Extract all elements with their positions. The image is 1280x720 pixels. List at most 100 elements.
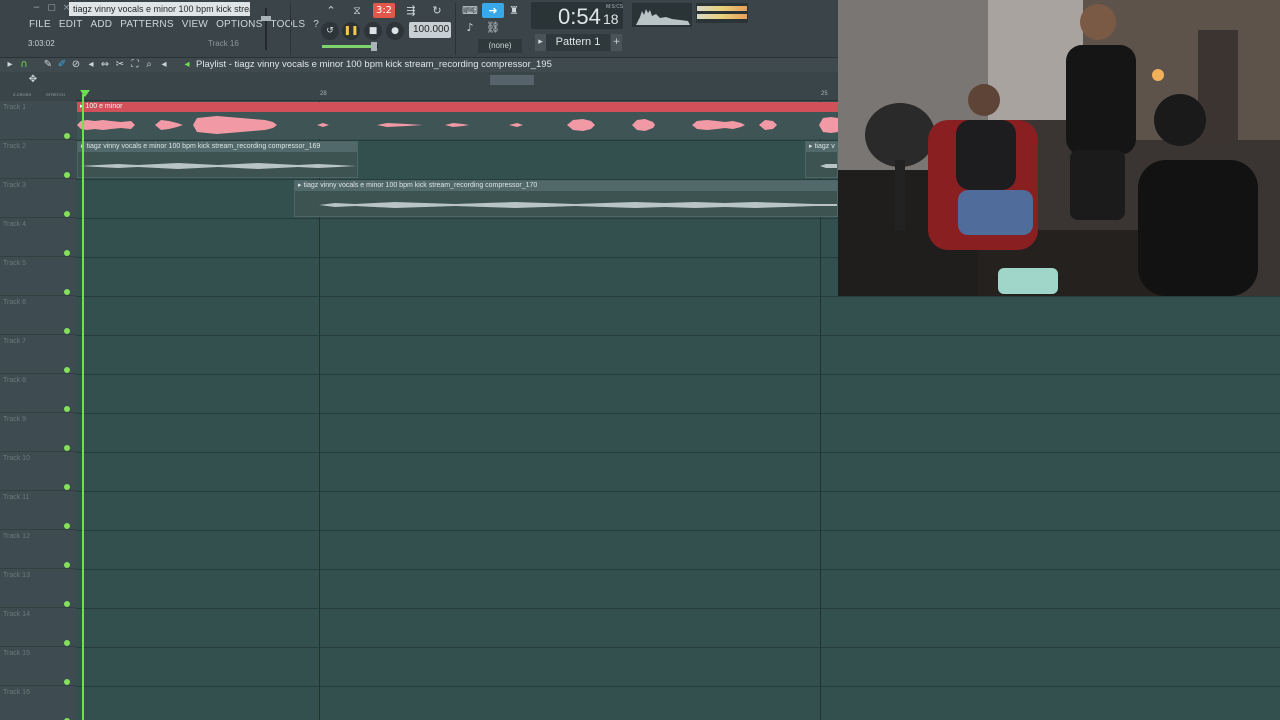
- slip-icon[interactable]: ⇔: [99, 59, 111, 71]
- waveform: [820, 164, 837, 168]
- menu-edit[interactable]: EDIT: [59, 19, 83, 30]
- minimize-icon[interactable]: −: [31, 3, 42, 14]
- menu-file[interactable]: FILE: [29, 19, 51, 30]
- scrollbar-thumb[interactable]: [490, 75, 534, 85]
- menu-patterns[interactable]: PATTERNS: [120, 19, 173, 30]
- track-label[interactable]: Track 13: [3, 572, 30, 579]
- slider-cap[interactable]: [261, 16, 271, 21]
- snap-icon[interactable]: ♪: [459, 20, 481, 35]
- step-edit-icon[interactable]: ➜: [482, 3, 504, 18]
- pattern-prev-button[interactable]: ▸: [535, 34, 546, 51]
- audio-clip[interactable]: ▸ tiagz vinny vocals e minor 100 bpm kic…: [294, 180, 838, 217]
- maximize-icon[interactable]: ▢: [46, 3, 57, 14]
- audio-clip[interactable]: ▸ 100 e minor: [77, 102, 838, 139]
- master-volume-slider[interactable]: [260, 6, 272, 52]
- playback-icon[interactable]: ◂: [158, 59, 170, 71]
- playlist-title: Playlist - tiagz vinny vocals e minor 10…: [196, 59, 552, 70]
- track-divider: [0, 412, 76, 413]
- mute-icon[interactable]: ◂: [85, 59, 97, 71]
- song-mode-button[interactable]: 3:2: [373, 3, 395, 18]
- pattern-selector[interactable]: Pattern 1: [546, 34, 610, 51]
- track-label[interactable]: Track 7: [3, 338, 26, 345]
- menu-help[interactable]: ?: [313, 19, 319, 30]
- zcross-toggle[interactable]: Z-CROSS: [13, 92, 31, 97]
- keyboard-icon[interactable]: ⌨: [459, 3, 481, 18]
- track-label[interactable]: Track 1: [3, 104, 26, 111]
- time-unit: M:S:CS: [606, 4, 624, 10]
- clip-title: ▸ tiagz vinny vocals e minor 100 bpm kic…: [78, 142, 357, 152]
- stretch-toggle[interactable]: STRETCH: [46, 92, 65, 97]
- brush-icon[interactable]: ✐: [56, 59, 68, 71]
- track-divider: [0, 451, 76, 452]
- zoom-icon[interactable]: ⌕: [143, 59, 155, 71]
- track-label[interactable]: Track 11: [3, 494, 29, 501]
- wait-input-icon[interactable]: ⧖: [346, 3, 368, 18]
- track-label[interactable]: Track 9: [3, 416, 26, 423]
- magnet-icon[interactable]: ∩: [18, 59, 30, 71]
- tempo-field[interactable]: 100.000: [409, 22, 451, 38]
- record-button[interactable]: ●: [386, 22, 404, 40]
- oscilloscope[interactable]: [632, 3, 692, 27]
- menu-options[interactable]: OPTIONS: [216, 19, 262, 30]
- loop-record-icon[interactable]: ↻: [426, 3, 448, 18]
- menu-add[interactable]: ADD: [91, 19, 113, 30]
- loop-icon[interactable]: ↺: [321, 22, 339, 40]
- mixer-icon[interactable]: ♜: [503, 3, 525, 18]
- link-icon[interactable]: ⛓: [482, 20, 504, 35]
- playlist-icon[interactable]: ◂: [181, 59, 193, 71]
- audio-clip[interactable]: ▸ tiagz vinny vocals e minor 100 bpm kic…: [77, 141, 358, 178]
- project-title[interactable]: tiagz vinny vocals e minor 100 bpm kick …: [69, 2, 250, 16]
- select-icon[interactable]: ⛶: [129, 59, 141, 71]
- arrow-icon[interactable]: ▸: [4, 59, 16, 71]
- menu-tools[interactable]: TOOLS: [270, 19, 305, 30]
- track-divider: [0, 646, 76, 647]
- pause-button[interactable]: ❚❚: [342, 22, 360, 40]
- playlist-scroll-bar[interactable]: ✥: [0, 72, 838, 88]
- track-label[interactable]: Track 14: [3, 611, 30, 618]
- clip-title: ▸ tiagz vinny vocals e minor 100 bpm kic…: [295, 181, 837, 191]
- meter-right: [697, 14, 747, 19]
- track-headers: Track 1 Track 2 Track 3 Track 4 Track 5 …: [0, 101, 76, 720]
- clip-name: 100 e minor: [85, 103, 123, 110]
- playhead-line[interactable]: [82, 94, 84, 720]
- time-sub: 18: [603, 11, 619, 27]
- track-label[interactable]: Track 2: [3, 143, 26, 150]
- blend-icon[interactable]: ⇶: [400, 3, 422, 18]
- grid-row-line: [76, 491, 1280, 492]
- track-label[interactable]: Track 16: [3, 689, 30, 696]
- metronome-icon[interactable]: ⌃: [320, 3, 342, 18]
- time-display[interactable]: 0:54 18 M:S:CS: [531, 2, 623, 29]
- track-divider: [0, 217, 76, 218]
- track-label[interactable]: Track 5: [3, 260, 26, 267]
- track-label[interactable]: Track 3: [3, 182, 26, 189]
- track-label[interactable]: Track 4: [3, 221, 26, 228]
- zoom-horizontal-icon[interactable]: ✥: [27, 74, 39, 86]
- track-label[interactable]: Track 15: [3, 650, 30, 657]
- stop-button[interactable]: ■: [364, 22, 382, 40]
- track-divider: [0, 139, 76, 140]
- track-label[interactable]: Track 12: [3, 533, 30, 540]
- grid-row-line: [76, 647, 1280, 648]
- audio-clip[interactable]: ▸ tiagz v: [805, 141, 838, 178]
- waveform: [80, 163, 356, 169]
- grid-row-line: [76, 335, 1280, 336]
- master-pitch-slider[interactable]: [322, 42, 378, 51]
- pattern-add-button[interactable]: +: [611, 34, 622, 51]
- grid-row-line: [76, 452, 1280, 453]
- clip-title: ▸ 100 e minor: [77, 102, 838, 112]
- clip-title: ▸ tiagz v: [806, 142, 837, 152]
- delete-icon[interactable]: ⊘: [70, 59, 82, 71]
- hint-time: 3:03:02: [28, 39, 55, 48]
- track-label[interactable]: Track 10: [3, 455, 30, 462]
- track-label[interactable]: Track 8: [3, 377, 26, 384]
- menu-view[interactable]: VIEW: [182, 19, 208, 30]
- slice-icon[interactable]: ✂: [114, 59, 126, 71]
- time-main: 0:54: [558, 4, 601, 29]
- grid-row-line: [76, 530, 1280, 531]
- channel-select[interactable]: (none): [478, 39, 522, 53]
- track-label[interactable]: Track 6: [3, 299, 26, 306]
- timeline-ruler[interactable]: 28 25: [76, 88, 838, 101]
- pencil-icon[interactable]: ✎: [42, 59, 54, 71]
- clip-name: tiagz vinny vocals e minor 100 bpm kick …: [86, 143, 321, 150]
- slider-thumb[interactable]: [371, 42, 377, 51]
